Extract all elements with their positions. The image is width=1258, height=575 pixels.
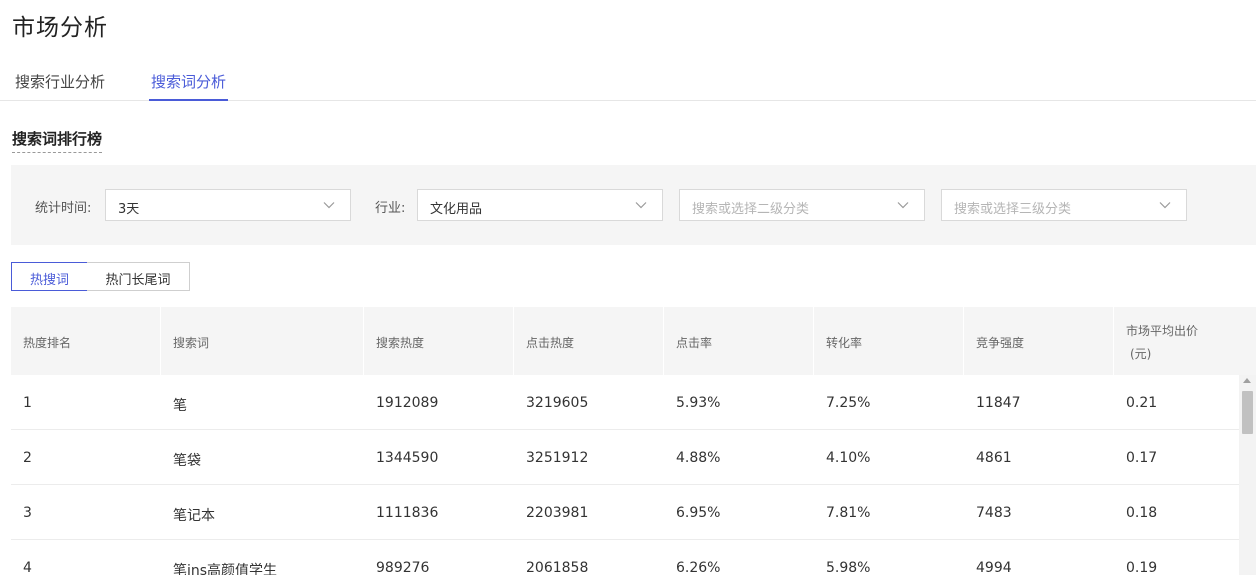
scrollbar-thumb[interactable] bbox=[1242, 391, 1253, 434]
cell-competition: 7483 bbox=[976, 505, 1012, 521]
cell-search-heat: 1344590 bbox=[376, 450, 439, 466]
industry-filter-label: 行业: bbox=[375, 201, 406, 216]
table-row[interactable]: 1 笔 1912089 3219605 5.93% 7.25% 11847 0.… bbox=[11, 375, 1239, 430]
chevron-down-icon bbox=[896, 198, 910, 212]
cell-ctr: 4.88% bbox=[676, 450, 721, 466]
cell-click-heat: 2203981 bbox=[526, 505, 589, 521]
table-row[interactable]: 3 笔记本 1111836 2203981 6.95% 7.81% 7483 0… bbox=[11, 485, 1239, 540]
cell-term: 笔记本 bbox=[173, 508, 215, 524]
cell-avg-bid: 0.18 bbox=[1126, 505, 1158, 521]
segment-long-tail-terms[interactable]: 热门长尾词 bbox=[87, 262, 190, 291]
cell-conversion: 4.10% bbox=[826, 450, 871, 466]
time-select-value: 3天 bbox=[118, 202, 140, 217]
cell-avg-bid: 0.21 bbox=[1126, 395, 1158, 411]
column-header-click-heat[interactable]: 点击热度 bbox=[514, 307, 664, 375]
table-header: 热度排名 搜索词 搜索热度 点击热度 点击率 转化率 竞争强度 市场平均出价 (… bbox=[11, 307, 1256, 375]
time-filter-label: 统计时间: bbox=[35, 201, 92, 216]
table-row[interactable]: 4 笔ins高颜值学生 989276 2061858 6.26% 5.98% 4… bbox=[11, 540, 1239, 575]
filter-panel: 统计时间: 3天 行业: 文化用品 搜索或选择二级分类 搜索或选择三级分类 bbox=[11, 165, 1256, 245]
cell-rank: 4 bbox=[23, 560, 32, 575]
cell-term: 笔 bbox=[173, 398, 187, 414]
cell-ctr: 6.95% bbox=[676, 505, 721, 521]
industry-select[interactable]: 文化用品 bbox=[417, 189, 663, 221]
cell-competition: 4994 bbox=[976, 560, 1012, 575]
cell-conversion: 7.25% bbox=[826, 395, 871, 411]
table-body: 1 笔 1912089 3219605 5.93% 7.25% 11847 0.… bbox=[11, 375, 1239, 575]
ranking-table: 热度排名 搜索词 搜索热度 点击热度 点击率 转化率 竞争强度 市场平均出价 (… bbox=[11, 307, 1256, 575]
table-scrollbar[interactable] bbox=[1239, 375, 1256, 575]
segment-hot-search-terms[interactable]: 热搜词 bbox=[11, 262, 88, 291]
cell-search-heat: 989276 bbox=[376, 560, 430, 575]
cell-rank: 3 bbox=[23, 505, 32, 521]
cell-conversion: 7.81% bbox=[826, 505, 871, 521]
column-header-search-heat[interactable]: 搜索热度 bbox=[364, 307, 514, 375]
chevron-down-icon bbox=[1158, 198, 1172, 212]
column-header-avg-bid[interactable]: 市场平均出价 (元) bbox=[1114, 307, 1256, 375]
column-header-competition[interactable]: 竞争强度 bbox=[964, 307, 1114, 375]
cell-rank: 2 bbox=[23, 450, 32, 466]
scroll-up-arrow-icon[interactable] bbox=[1243, 378, 1251, 383]
level3-category-select[interactable]: 搜索或选择三级分类 bbox=[941, 189, 1187, 221]
cell-conversion: 5.98% bbox=[826, 560, 871, 575]
cell-competition: 11847 bbox=[976, 395, 1021, 411]
cell-click-heat: 3219605 bbox=[526, 395, 589, 411]
cell-avg-bid: 0.19 bbox=[1126, 560, 1158, 575]
tab-search-term-analysis[interactable]: 搜索词分析 bbox=[148, 71, 229, 101]
level2-category-placeholder: 搜索或选择二级分类 bbox=[692, 202, 810, 217]
cell-click-heat: 3251912 bbox=[526, 450, 589, 466]
column-header-ctr[interactable]: 点击率 bbox=[664, 307, 814, 375]
time-select[interactable]: 3天 bbox=[105, 189, 351, 221]
level2-category-select[interactable]: 搜索或选择二级分类 bbox=[679, 189, 925, 221]
cell-ctr: 5.93% bbox=[676, 395, 721, 411]
section-title: 搜索词排行榜 bbox=[12, 128, 103, 153]
cell-search-heat: 1111836 bbox=[376, 505, 439, 521]
industry-select-value: 文化用品 bbox=[430, 202, 483, 217]
cell-competition: 4861 bbox=[976, 450, 1012, 466]
page-title: 市场分析 bbox=[12, 15, 108, 41]
cell-term: 笔ins高颜值学生 bbox=[173, 563, 278, 575]
column-header-term[interactable]: 搜索词 bbox=[161, 307, 364, 375]
chevron-down-icon bbox=[634, 198, 648, 212]
tab-search-industry-analysis[interactable]: 搜索行业分析 bbox=[15, 71, 105, 101]
cell-avg-bid: 0.17 bbox=[1126, 450, 1158, 466]
level3-category-placeholder: 搜索或选择三级分类 bbox=[954, 202, 1072, 217]
table-row[interactable]: 2 笔袋 1344590 3251912 4.88% 4.10% 4861 0.… bbox=[11, 430, 1239, 485]
cell-rank: 1 bbox=[23, 395, 32, 411]
cell-search-heat: 1912089 bbox=[376, 395, 439, 411]
column-header-rank[interactable]: 热度排名 bbox=[11, 307, 161, 375]
chevron-down-icon bbox=[322, 198, 336, 212]
cell-ctr: 6.26% bbox=[676, 560, 721, 575]
cell-click-heat: 2061858 bbox=[526, 560, 589, 575]
cell-term: 笔袋 bbox=[173, 453, 201, 469]
tab-bar: 搜索行业分析 搜索词分析 bbox=[0, 60, 1256, 101]
column-header-conversion[interactable]: 转化率 bbox=[814, 307, 964, 375]
